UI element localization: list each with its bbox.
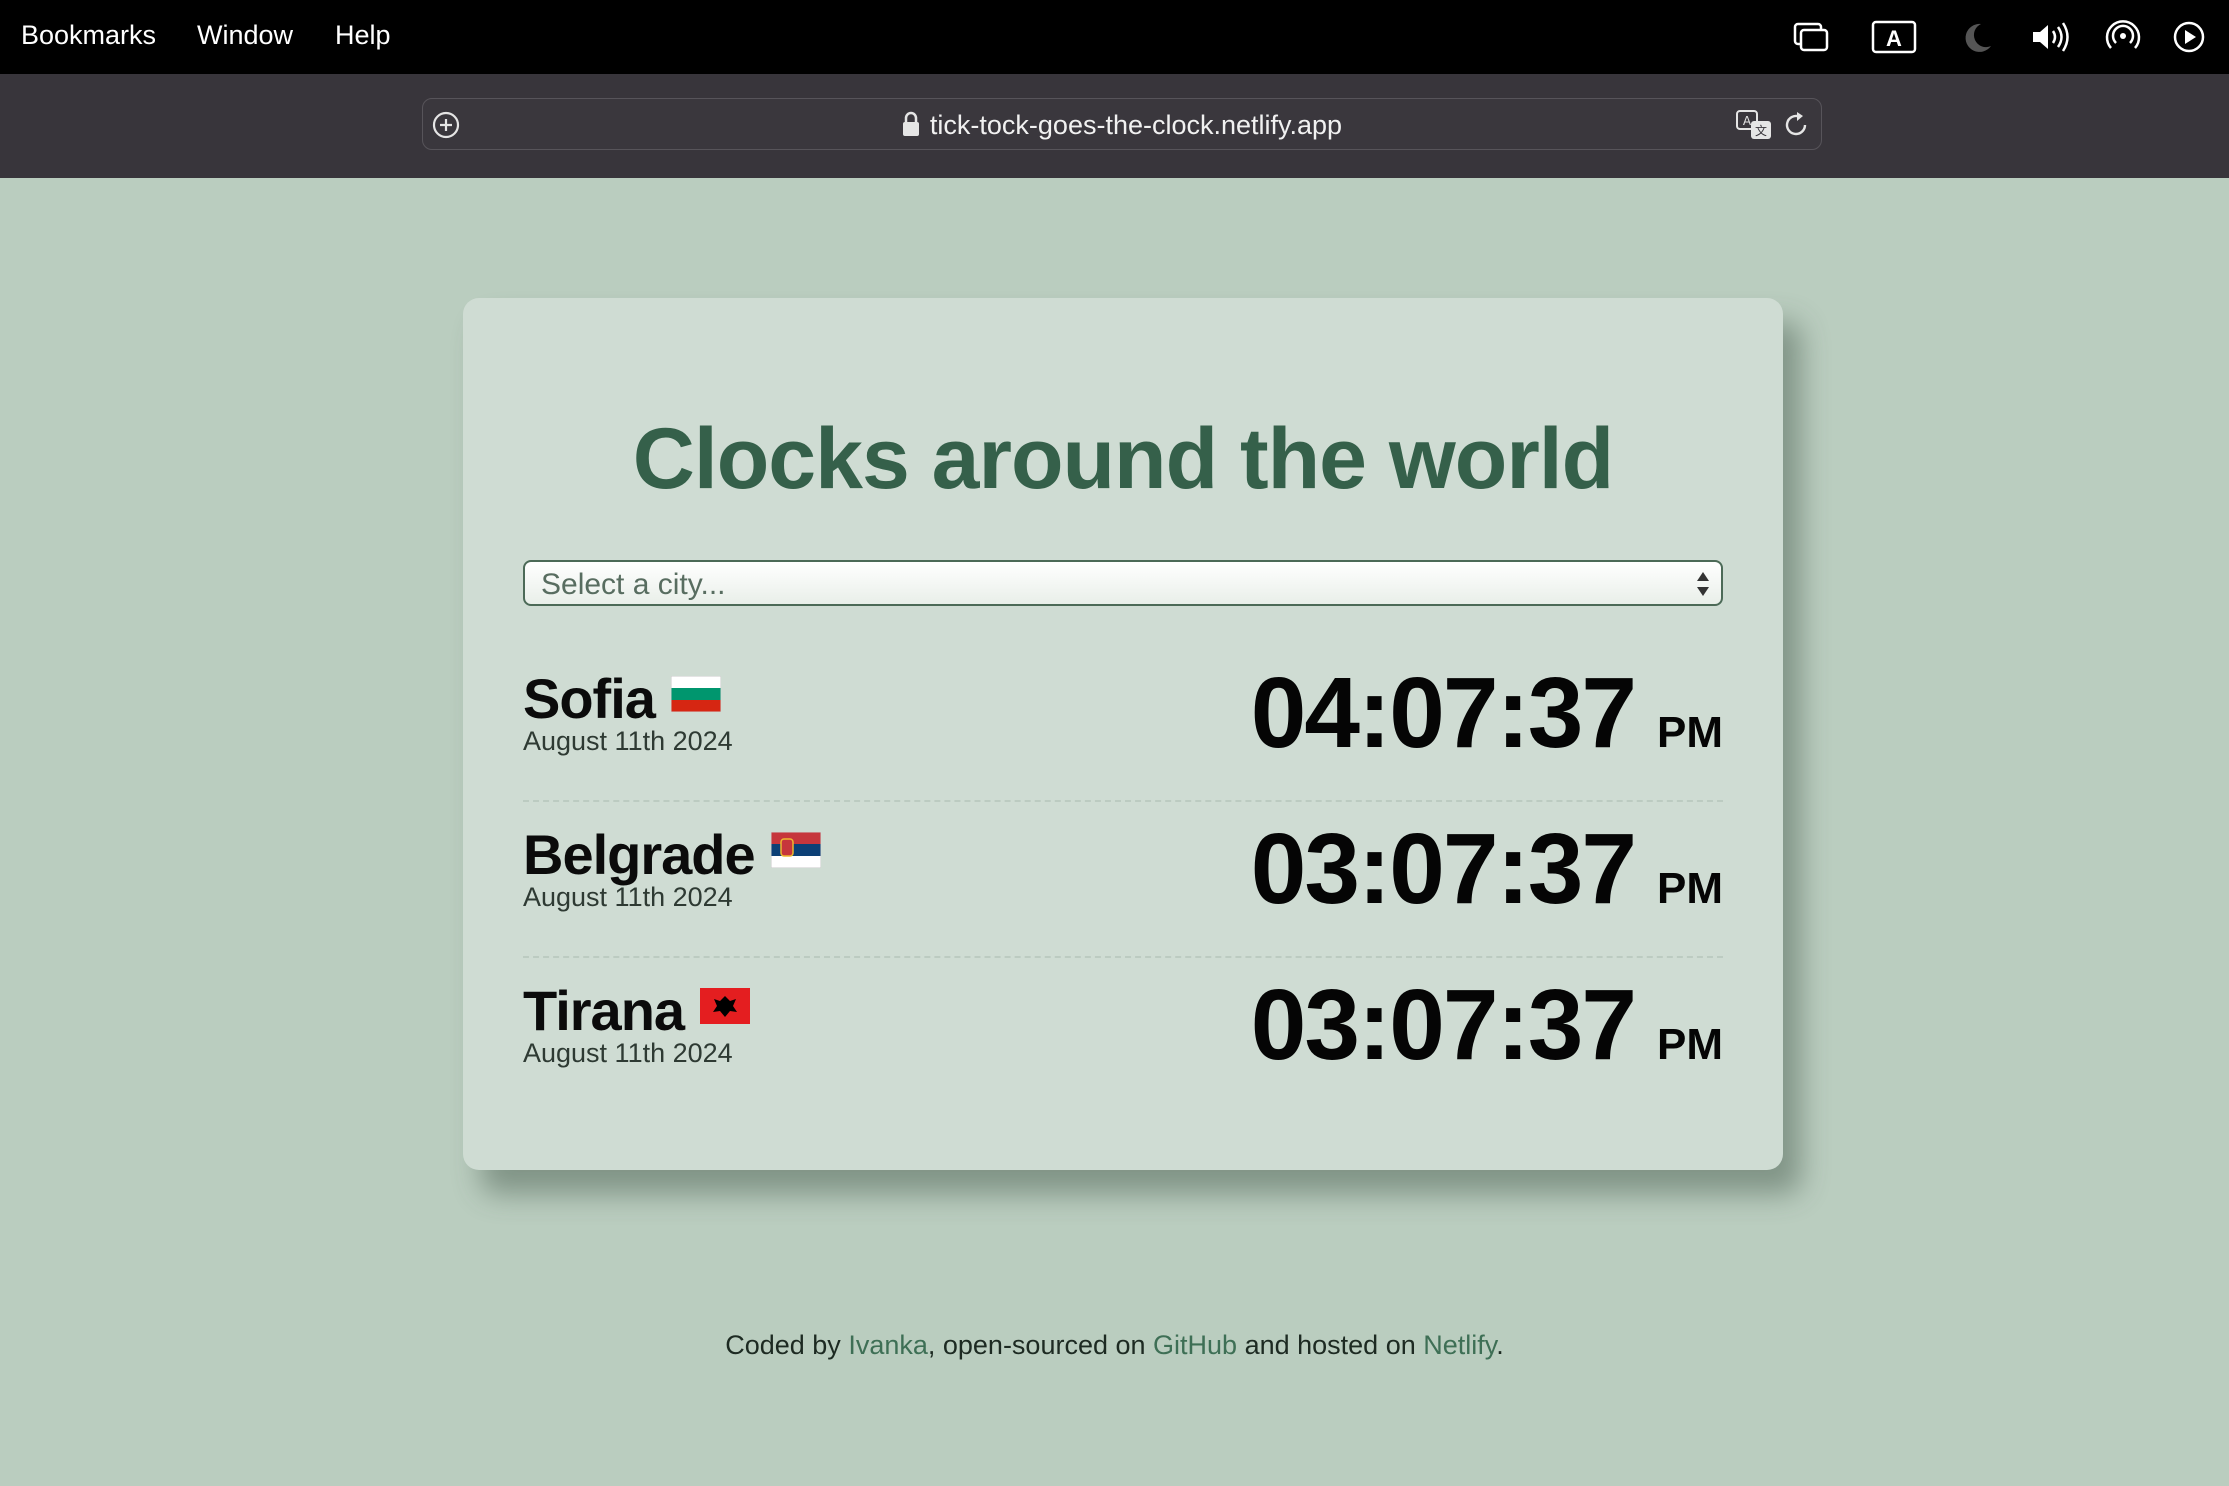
time-ampm: PM xyxy=(1657,1020,1723,1069)
airdrop-icon[interactable] xyxy=(2103,18,2143,56)
reload-icon[interactable] xyxy=(1781,110,1811,145)
city-time: 04:07:37 PM xyxy=(1251,656,1723,771)
menu-bar: Bookmarks Window Help A xyxy=(0,0,2229,74)
serbia-flag-icon xyxy=(770,816,822,881)
menu-bookmarks[interactable]: Bookmarks xyxy=(21,20,156,51)
screen-mirror-icon[interactable] xyxy=(1791,18,1831,56)
city-date: August 11th 2024 xyxy=(523,882,733,912)
github-link[interactable]: GitHub xyxy=(1153,1330,1237,1360)
time-value: 03:07:37 xyxy=(1250,813,1637,925)
city-date: August 11th 2024 xyxy=(523,1038,733,1068)
footer-prefix: Coded by xyxy=(725,1330,849,1360)
translate-icon[interactable]: A文 xyxy=(1735,109,1775,146)
city-select[interactable]: Select a city... xyxy=(523,560,1723,606)
city-row-tirana: Tirana August 11th 2024 03:07:37 PM xyxy=(523,956,1723,1112)
netlify-link[interactable]: Netlify xyxy=(1423,1330,1496,1360)
svg-text:A: A xyxy=(1743,114,1752,128)
footer: Coded by Ivanka, open-sourced on GitHub … xyxy=(0,1330,2229,1361)
time-value: 04:07:37 xyxy=(1250,657,1637,769)
city-time: 03:07:37 PM xyxy=(1251,968,1723,1083)
moon-icon[interactable] xyxy=(1957,18,1997,56)
clocks-card: Clocks around the world Select a city...… xyxy=(463,298,1783,1170)
svg-text:A: A xyxy=(1886,26,1902,51)
svg-text:文: 文 xyxy=(1755,123,1767,138)
city-name: Belgrade xyxy=(523,816,822,887)
city-row-belgrade: Belgrade August 11th 2024 03:07:37 PM xyxy=(523,800,1723,958)
city-row-sofia: Sofia August 11th 2024 04:07:37 PM xyxy=(523,644,1723,802)
select-arrows-icon xyxy=(1695,569,1711,599)
footer-suffix: . xyxy=(1496,1330,1504,1360)
menu-window[interactable]: Window xyxy=(197,20,293,51)
city-name-text: Sofia xyxy=(523,667,656,730)
albania-flag-icon xyxy=(700,972,751,1037)
footer-mid1: , open-sourced on xyxy=(927,1330,1154,1360)
keyboard-input-a-icon[interactable]: A xyxy=(1871,18,1917,56)
city-name-text: Tirana xyxy=(523,979,685,1042)
city-select-placeholder: Select a city... xyxy=(541,568,726,601)
city-name: Tirana xyxy=(523,972,751,1043)
menu-help[interactable]: Help xyxy=(335,20,391,51)
volume-icon[interactable] xyxy=(2029,18,2069,56)
time-ampm: PM xyxy=(1657,864,1723,913)
city-time: 03:07:37 PM xyxy=(1251,812,1723,927)
city-name-text: Belgrade xyxy=(523,823,756,886)
browser-toolbar: tick-tock-goes-the-clock.netlify.app A文 xyxy=(0,74,2229,178)
city-name: Sofia xyxy=(523,660,722,731)
footer-mid2: and hosted on xyxy=(1237,1330,1424,1360)
play-circle-icon[interactable] xyxy=(2169,18,2209,56)
url-display[interactable]: tick-tock-goes-the-clock.netlify.app xyxy=(423,110,1821,144)
address-bar[interactable]: tick-tock-goes-the-clock.netlify.app A文 xyxy=(422,98,1822,150)
city-date: August 11th 2024 xyxy=(523,726,733,756)
author-link[interactable]: Ivanka xyxy=(848,1330,928,1360)
url-text: tick-tock-goes-the-clock.netlify.app xyxy=(929,110,1343,140)
time-value: 03:07:37 xyxy=(1250,969,1637,1081)
bulgaria-flag-icon xyxy=(670,660,722,725)
lock-icon xyxy=(902,111,920,144)
time-ampm: PM xyxy=(1657,708,1723,757)
page-title: Clocks around the world xyxy=(632,411,1614,507)
